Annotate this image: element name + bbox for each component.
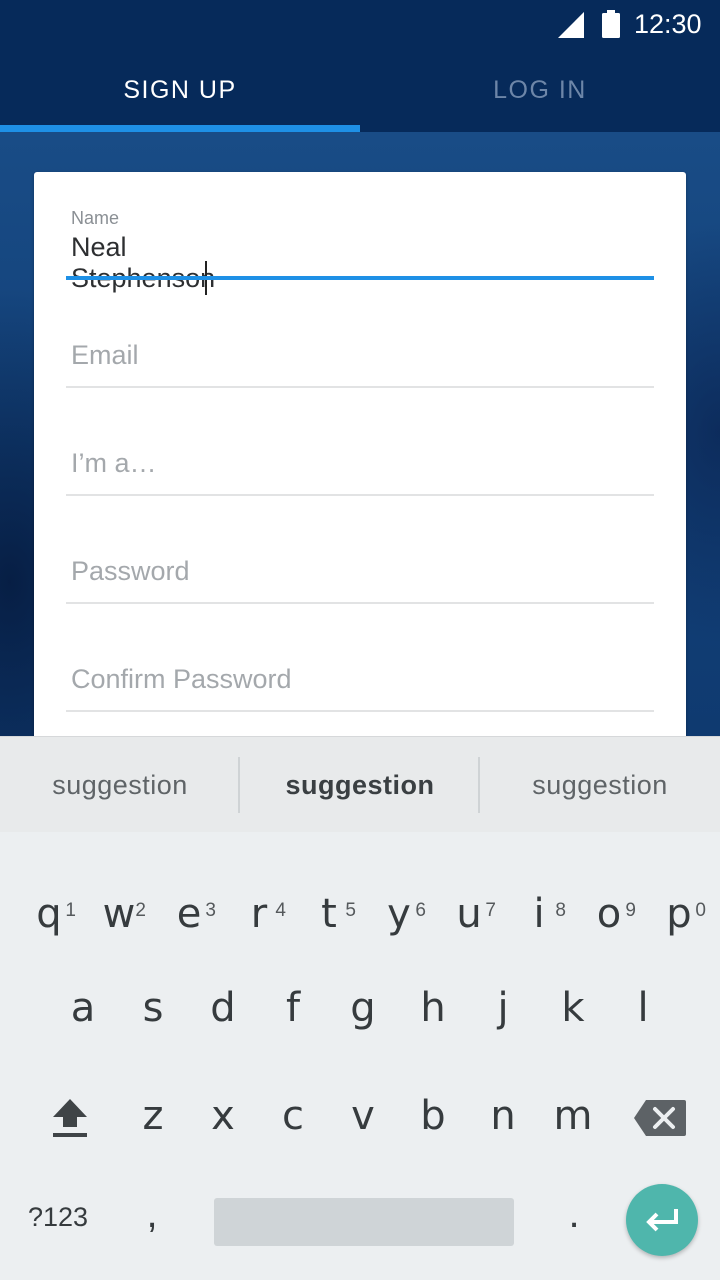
key-m[interactable]: m	[538, 1068, 608, 1164]
key-e-label: e	[176, 891, 202, 937]
key-y[interactable]: y6	[364, 860, 434, 956]
key-r-hint: 4	[275, 900, 286, 921]
key-o[interactable]: o9	[574, 860, 644, 956]
key-y-hint: 6	[415, 900, 426, 921]
key-z[interactable]: z	[118, 1068, 188, 1164]
confirm-password-placeholder: Confirm Password	[71, 664, 292, 694]
suggestion-right[interactable]: suggestion	[480, 737, 720, 833]
key-t-label: t	[321, 891, 337, 937]
email-underline	[66, 386, 654, 388]
name-label: Name	[71, 208, 120, 228]
key-p[interactable]: p0	[644, 860, 714, 956]
key-h[interactable]: h	[398, 960, 468, 1056]
auth-tab-bar: SIGN UP LOG IN	[0, 48, 720, 132]
tab-sign-up[interactable]: SIGN UP	[0, 48, 360, 132]
name-input[interactable]: Neal Stephenson	[71, 232, 270, 297]
tab-indicator	[0, 125, 360, 132]
key-b[interactable]: b	[398, 1068, 468, 1164]
key-l[interactable]: l	[608, 960, 678, 1056]
key-d[interactable]: d	[188, 960, 258, 1056]
shift-icon	[53, 1099, 87, 1137]
key-p-hint: 0	[695, 900, 706, 921]
key-i-label: i	[533, 891, 545, 937]
sign-up-card: Name Neal Stephenson Email I’m a… Passwo…	[34, 172, 686, 772]
status-bar: 12:30	[0, 0, 720, 48]
soft-keyboard: q1 w2 e3 r4 t5 y6 u7 i8 o9 p0 a s d f g …	[0, 832, 720, 1280]
role-placeholder: I’m a…	[71, 448, 157, 478]
name-underline	[66, 276, 654, 280]
key-v[interactable]: v	[328, 1068, 398, 1164]
role-underline	[66, 494, 654, 496]
suggestion-center[interactable]: suggestion	[240, 737, 480, 833]
name-input-value: Neal Stephenson	[71, 232, 216, 294]
period-key[interactable]: .	[562, 1192, 586, 1237]
cell-signal-icon	[558, 12, 584, 38]
suggestion-strip: suggestion suggestion suggestion	[0, 736, 720, 832]
key-n[interactable]: n	[468, 1068, 538, 1164]
key-u-label: u	[456, 891, 482, 937]
key-w-label: w	[102, 891, 136, 937]
key-w-hint: 2	[135, 900, 146, 921]
key-i-hint: 8	[555, 900, 566, 921]
key-q-label: q	[36, 891, 62, 937]
key-o-hint: 9	[625, 900, 636, 921]
enter-key[interactable]	[626, 1184, 698, 1256]
key-e[interactable]: e3	[154, 860, 224, 956]
key-k[interactable]: k	[538, 960, 608, 1056]
key-x[interactable]: x	[188, 1068, 258, 1164]
key-a[interactable]: a	[48, 960, 118, 1056]
key-u[interactable]: u7	[434, 860, 504, 956]
app-screen: 12:30 SIGN UP LOG IN Name Neal Stephenso…	[0, 0, 720, 1280]
suggestion-left[interactable]: suggestion	[0, 737, 240, 833]
key-j[interactable]: j	[468, 960, 538, 1056]
key-y-label: y	[387, 891, 411, 937]
key-c[interactable]: c	[258, 1068, 328, 1164]
password-placeholder: Password	[71, 556, 190, 586]
backspace-icon	[634, 1100, 686, 1136]
key-r-label: r	[250, 891, 268, 937]
battery-full-icon	[602, 10, 620, 38]
email-placeholder: Email	[71, 340, 139, 370]
confirm-password-field[interactable]: Confirm Password	[66, 646, 654, 716]
key-u-hint: 7	[485, 900, 496, 921]
password-underline	[66, 602, 654, 604]
key-t[interactable]: t5	[294, 860, 364, 956]
email-field[interactable]: Email	[66, 322, 654, 392]
key-i[interactable]: i8	[504, 860, 574, 956]
enter-icon	[646, 1209, 678, 1232]
comma-key[interactable]: ,	[140, 1192, 164, 1237]
key-q[interactable]: q1	[14, 860, 84, 956]
key-t-hint: 5	[345, 900, 356, 921]
shift-key[interactable]	[40, 1088, 100, 1148]
key-o-label: o	[596, 891, 622, 937]
status-time: 12:30	[634, 9, 702, 39]
space-key[interactable]	[214, 1198, 514, 1246]
key-p-label: p	[666, 891, 692, 937]
key-s[interactable]: s	[118, 960, 188, 1056]
password-field[interactable]: Password	[66, 538, 654, 608]
symbols-key[interactable]: ?123	[28, 1202, 88, 1233]
key-f[interactable]: f	[258, 960, 328, 1056]
tab-log-in[interactable]: LOG IN	[360, 48, 720, 132]
confirm-password-underline	[66, 710, 654, 712]
key-g[interactable]: g	[328, 960, 398, 1056]
key-r[interactable]: r4	[224, 860, 294, 956]
key-e-hint: 3	[205, 900, 216, 921]
role-field[interactable]: I’m a…	[66, 430, 654, 500]
key-w[interactable]: w2	[84, 860, 154, 956]
key-q-hint: 1	[65, 900, 76, 921]
name-field[interactable]: Name Neal Stephenson	[66, 202, 654, 295]
backspace-key[interactable]	[632, 1096, 688, 1140]
